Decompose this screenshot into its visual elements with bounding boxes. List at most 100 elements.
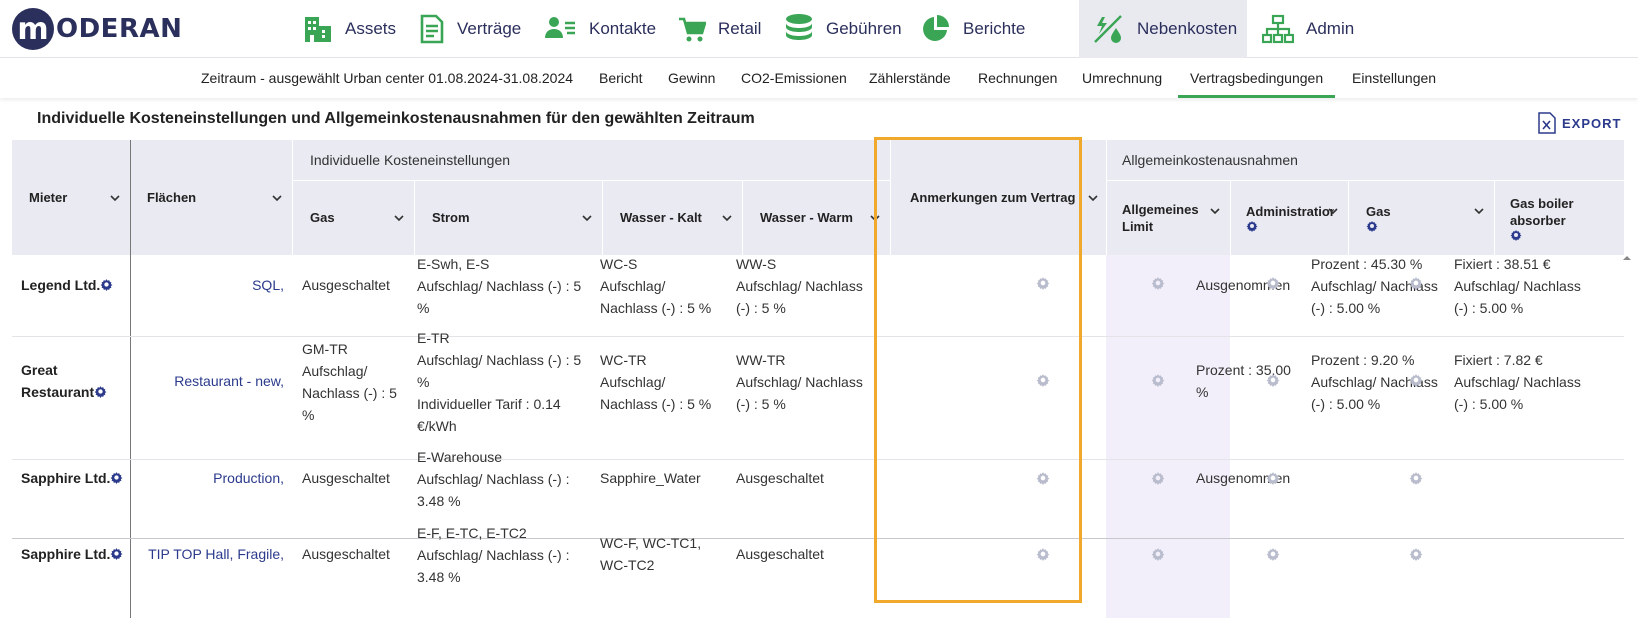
gear-icon[interactable] <box>110 547 123 560</box>
gear-icon[interactable] <box>1151 276 1165 290</box>
tab-zaehlerstaende[interactable]: Zählerstände <box>869 58 951 98</box>
table-row-tenant[interactable]: Sapphire Ltd. <box>21 467 123 489</box>
nav-retail[interactable]: Retail <box>678 0 761 58</box>
table-cell-gas: GM-TR Aufschlag/Nachlass (-) : 5% <box>302 341 397 423</box>
table-row-tenant[interactable]: Legend Ltd. <box>21 274 113 296</box>
nav-label: Berichte <box>963 19 1026 38</box>
page-title: Individuelle Kosteneinstellungen und All… <box>37 110 755 127</box>
table-cell-gas-boiler: Fixiert : 38.51 € Aufschlag/ Nachlass (-) … <box>1454 256 1581 316</box>
col-header-label: Flächen <box>147 190 197 205</box>
table-cell-strom: E-Swh, E-S Aufschlag/ Nachlass (-) : 5% <box>417 256 582 316</box>
gear-icon[interactable] <box>94 385 107 398</box>
col-header-label: Gas <box>1366 204 1391 219</box>
gear-icon[interactable] <box>1409 547 1423 561</box>
group-header-individual: Individuelle Kosteneinstellungen <box>310 152 511 168</box>
pie-chart-icon <box>923 15 949 41</box>
col-header-gas[interactable]: Gas <box>292 180 414 255</box>
col-header-wasser-kalt[interactable]: Wasser - Kalt <box>602 180 742 255</box>
nav-kontakte[interactable]: Kontakte <box>545 0 656 58</box>
col-header-label: Allgemeines <box>1122 201 1199 217</box>
col-header-allgemeines-limit[interactable]: Allgemeines Limit <box>1106 180 1230 255</box>
nav-admin[interactable]: Admin <box>1262 0 1354 58</box>
table-cell-strom: E-TR Aufschlag/ Nachlass (-) : 5% Individu… <box>417 330 582 434</box>
tab-einstellungen[interactable]: Einstellungen <box>1352 58 1436 98</box>
nav-gebuehren[interactable]: Gebühren <box>784 0 902 58</box>
col-header-wasser-warm[interactable]: Wasser - Warm <box>742 180 890 255</box>
gear-icon[interactable] <box>1266 547 1280 561</box>
gear-icon[interactable] <box>1409 471 1423 485</box>
gear-icon <box>1246 221 1258 232</box>
logo-badge: m <box>12 8 54 50</box>
col-header-administration[interactable]: Administration <box>1230 180 1348 255</box>
table-row-area-link[interactable]: Restaurant - new, <box>142 370 284 392</box>
col-header-strom[interactable]: Strom <box>414 180 602 255</box>
anmerkungen-column-highlight <box>874 137 1082 603</box>
nav-nebenkosten[interactable]: Nebenkosten <box>1079 0 1247 58</box>
tab-vertragsbedingungen[interactable]: Vertragsbedingungen <box>1178 58 1336 98</box>
table-row-area-link[interactable]: TIP TOP Hall, Fragile, <box>142 543 284 565</box>
chevron-down-icon <box>1474 208 1484 215</box>
gear-icon[interactable] <box>1266 471 1280 485</box>
col-header-label: Wasser - Kalt <box>620 210 702 225</box>
top-navigation: m ODERAN Assets Verträge Kontakte Retail… <box>0 0 1638 58</box>
building-icon <box>305 17 331 42</box>
table-row-tenant[interactable]: Sapphire Ltd. <box>21 543 123 565</box>
table-cell-gas: Ausgeschaltet <box>302 470 390 486</box>
limit-column-highlight <box>1106 255 1230 618</box>
tab-co2-emissionen[interactable]: CO2-Emissionen <box>741 58 847 98</box>
chevron-down-icon <box>1210 208 1220 215</box>
gear-icon <box>1366 221 1378 232</box>
gear-icon[interactable] <box>110 471 123 484</box>
gear-icon[interactable] <box>1266 373 1280 387</box>
tab-rechnungen[interactable]: Rechnungen <box>978 58 1057 98</box>
tab-gewinn[interactable]: Gewinn <box>668 58 715 98</box>
scroll-up-arrow-icon[interactable] <box>1620 252 1634 264</box>
logo-wordmark: ODERAN <box>56 14 183 44</box>
nav-assets[interactable]: Assets <box>303 0 396 58</box>
table-row-tenant[interactable]: Great Restaurant <box>21 359 107 403</box>
col-header-gas-allgemein[interactable]: Gas <box>1348 180 1494 255</box>
table-cell-wasser-warm: Ausgeschaltet <box>736 546 824 562</box>
nav-label: Nebenkosten <box>1137 19 1238 38</box>
col-header-label: Gas boiler <box>1510 195 1574 211</box>
document-icon <box>420 14 444 44</box>
nav-label: Admin <box>1306 19 1355 38</box>
nav-label: Kontakte <box>589 19 657 38</box>
chevron-down-icon <box>1328 208 1338 215</box>
vertical-scrollbar[interactable] <box>1620 252 1634 618</box>
tab-umrechnung[interactable]: Umrechnung <box>1082 58 1162 98</box>
col-header-label: absorber <box>1510 212 1566 228</box>
chevron-down-icon <box>582 214 592 221</box>
gear-icon[interactable] <box>1151 373 1165 387</box>
table-cell-gas-boiler: Fixiert : 7.82 € Aufschlag/ Nachlass (-) :… <box>1454 352 1581 412</box>
group-header-general: Allgemeinkostenausnahmen <box>1122 152 1298 168</box>
export-button[interactable]: EXPORT <box>1538 112 1621 134</box>
excel-file-icon <box>1538 112 1556 134</box>
table-row-area-link[interactable]: Production, <box>142 467 284 489</box>
nav-label: Gebühren <box>826 19 902 38</box>
gear-icon[interactable] <box>1151 471 1165 485</box>
col-header-label: Gas <box>310 210 335 225</box>
moderan-logo[interactable]: m ODERAN <box>12 8 182 50</box>
gear-icon[interactable] <box>1151 547 1165 561</box>
table-cell-wasser-kalt: WC-TR Aufschlag/Nachlass (-) : 5 % <box>600 352 712 412</box>
chevron-down-icon <box>272 194 282 201</box>
col-header-label: Mieter <box>29 190 68 205</box>
table-cell-wasser-kalt: WC-F, WC-TC1, WC-TC2 <box>600 535 702 573</box>
tab-bericht[interactable]: Bericht <box>599 58 643 98</box>
gear-icon[interactable] <box>100 278 113 291</box>
col-header-label: Strom <box>432 210 470 225</box>
col-header-mieter[interactable]: Mieter <box>12 140 130 255</box>
gear-icon[interactable] <box>1266 276 1280 290</box>
table-row-area-link[interactable]: SQL, <box>142 274 284 296</box>
period-selector[interactable]: Zeitraum - ausgewählt Urban center 01.08… <box>201 58 573 98</box>
col-header-flaechen[interactable]: Flächen <box>130 140 292 255</box>
export-label: EXPORT <box>1562 115 1622 131</box>
chevron-down-icon <box>1088 194 1098 201</box>
nav-berichte[interactable]: Berichte <box>921 0 1025 58</box>
gear-icon[interactable] <box>1409 373 1423 387</box>
col-header-gas-boiler[interactable]: Gas boiler absorber <box>1494 180 1624 255</box>
table-cell-strom: E-Warehouse Aufschlag/ Nachlass (-) :3.48… <box>417 449 570 509</box>
nav-vertraege[interactable]: Verträge <box>419 0 521 58</box>
gear-icon[interactable] <box>1409 276 1423 290</box>
